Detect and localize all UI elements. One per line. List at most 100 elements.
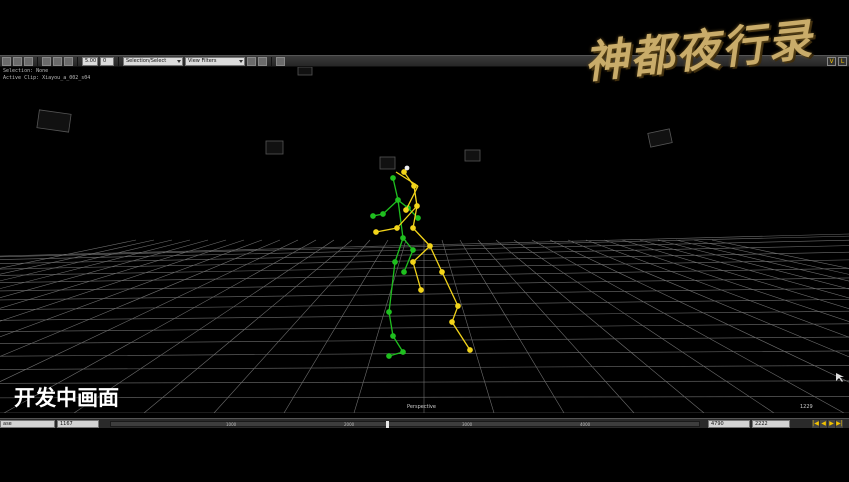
timeline-tick: 1000: [226, 422, 237, 427]
play-button[interactable]: ▶: [828, 420, 835, 428]
skeleton-joint: [455, 303, 461, 309]
skeleton-joint: [410, 259, 416, 265]
scale-icon[interactable]: [42, 56, 51, 66]
lock-icon[interactable]: [258, 56, 267, 66]
3d-viewport[interactable]: [0, 66, 849, 414]
skeleton-joint: [400, 349, 406, 355]
viewport-frame: 1229: [800, 404, 813, 410]
skeleton-head-marker: [404, 165, 410, 171]
snap-icon[interactable]: [64, 56, 73, 66]
toolbar-divider: [37, 56, 38, 66]
skeleton-bone: [412, 245, 431, 263]
prop-box: [36, 109, 72, 133]
grid-line: [0, 235, 849, 258]
value-field[interactable]: 0: [100, 56, 114, 66]
skeleton-joint: [401, 269, 407, 275]
timeline-end-field[interactable]: 4790: [708, 420, 750, 428]
skeleton-yellow: [373, 169, 473, 353]
skeleton-joint: [467, 347, 473, 353]
timeline-start-field[interactable]: 1167: [57, 420, 99, 428]
skeleton-joint: [418, 287, 424, 293]
pin-icon[interactable]: [276, 56, 285, 66]
key-icon[interactable]: [53, 56, 62, 66]
timeline-scrubber[interactable]: 1000 2000 3000 4000: [110, 421, 700, 428]
skeleton-bone: [388, 311, 394, 337]
selection-dropdown[interactable]: Selection/Select: [123, 56, 183, 66]
step-field[interactable]: 5.00: [82, 56, 98, 66]
scene-svg: [0, 66, 849, 414]
skeleton-joint: [373, 229, 379, 235]
prop-box: [265, 140, 284, 155]
grid-line: [0, 350, 849, 357]
skeleton-joint: [392, 259, 398, 265]
grid-line: [143, 239, 353, 414]
skeleton-joint: [403, 207, 409, 213]
skeleton-joint: [400, 235, 406, 241]
ground-grid: [0, 233, 849, 414]
viewport-hud: Selection: None Active Clip: Xiayou_a_00…: [3, 68, 90, 82]
tool-icon[interactable]: [2, 56, 11, 66]
prop-box: [297, 66, 313, 76]
skeleton-bone: [412, 227, 431, 247]
skeleton-joint: [449, 319, 455, 325]
skeleton-bone: [397, 199, 404, 239]
grid-line: [0, 396, 849, 399]
grid-line: [675, 239, 849, 282]
toolbar-divider: [271, 56, 272, 66]
move-icon[interactable]: [13, 56, 22, 66]
skeleton-joint: [439, 269, 445, 275]
floating-props: [36, 66, 673, 170]
skeleton-joint: [401, 169, 407, 175]
toolbar-divider: [118, 56, 119, 66]
play-reverse-button[interactable]: ◀: [820, 420, 827, 428]
grid-line: [0, 239, 849, 260]
skeleton-joint: [415, 215, 421, 221]
skeleton-joint: [386, 353, 392, 359]
grid-line: [0, 323, 849, 332]
grid-line: [477, 239, 635, 414]
grid-line: [0, 299, 849, 311]
timeline-range-field[interactable]: 2222: [752, 420, 790, 428]
timeline-tick: 2000: [344, 422, 355, 427]
skeleton-joint: [386, 309, 392, 315]
grid-line: [0, 233, 849, 257]
grid-line: [441, 239, 495, 414]
view-filter-dropdown[interactable]: View Filters: [185, 56, 245, 66]
camera-icon[interactable]: [247, 56, 256, 66]
prop-box: [379, 156, 396, 170]
skeleton-bone: [451, 321, 471, 351]
skeleton-joint: [380, 211, 386, 217]
timeline-left-field[interactable]: ase: [0, 420, 55, 428]
grid-line: [353, 239, 407, 414]
skeleton-joint: [411, 183, 417, 189]
skeleton-bone: [388, 261, 396, 313]
grid-line: [0, 310, 849, 321]
grid-line: [693, 239, 849, 275]
go-to-end-button[interactable]: ▶|: [836, 420, 843, 428]
l-toggle-button[interactable]: L: [838, 56, 847, 66]
grid-line: [0, 336, 849, 344]
skeleton-bone: [382, 199, 399, 215]
skeleton-bone: [392, 177, 399, 201]
rotate-icon[interactable]: [24, 56, 33, 66]
timeline-tick: 3000: [462, 422, 473, 427]
timeline-playhead[interactable]: [386, 421, 389, 428]
skeleton-bone: [394, 237, 404, 263]
skeleton-bone: [441, 271, 459, 307]
timeline-bar: ase 1167 1000 2000 3000 4000 4790 2222 |…: [0, 418, 849, 428]
skeleton-joint: [410, 225, 416, 231]
grid-line: [213, 239, 371, 414]
skeleton-joint: [395, 197, 401, 203]
grid-line: [0, 268, 849, 284]
dev-footage-caption: 开发中画面: [14, 386, 119, 410]
go-to-start-button[interactable]: |◀: [812, 420, 819, 428]
hud-active-clip: Active Clip: Xiayou_a_002_s04: [3, 75, 91, 81]
skeleton-joint: [394, 225, 400, 231]
prop-box: [464, 149, 481, 162]
timeline-tick: 4000: [580, 422, 591, 427]
skeleton-joint: [427, 243, 433, 249]
grid-line: [585, 239, 849, 338]
skeleton-green: [370, 175, 421, 359]
skeleton-bone: [375, 227, 398, 233]
grid-line: [639, 239, 849, 299]
